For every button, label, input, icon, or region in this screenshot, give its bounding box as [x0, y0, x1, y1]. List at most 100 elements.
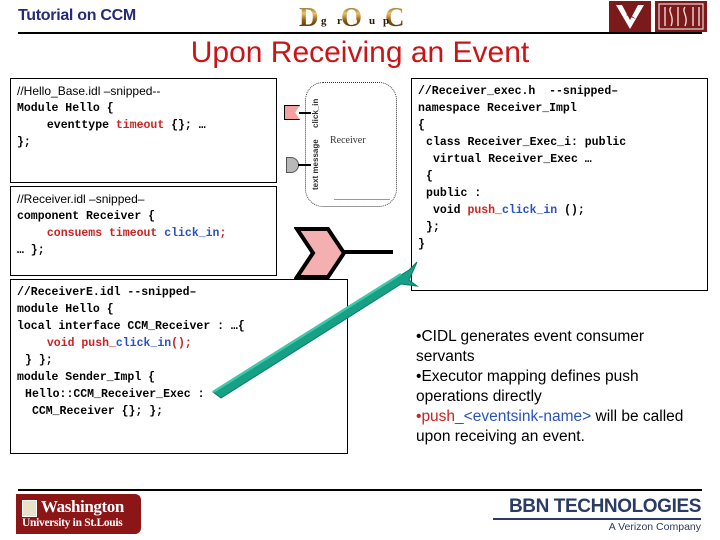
code-line: void push_click_in();: [17, 335, 341, 352]
svg-text:p: p: [383, 15, 389, 27]
page-title: Upon Receiving an Event: [190, 36, 530, 69]
code-token: … };: [17, 244, 45, 257]
code-token: void push_: [46, 337, 116, 350]
bullet-item: •push_<eventsink-name> will be called up…: [416, 407, 688, 447]
wustl-subtitle: University in St.Louis: [22, 517, 123, 529]
wustl-name: Washington: [41, 497, 124, 516]
code-token: eventtype: [46, 119, 116, 132]
code-line: module Hello {: [17, 301, 341, 318]
bullet-text: CIDL generates event consumer servants: [416, 328, 645, 365]
code-block-receiver-exec-h: //Receiver_exec.h --snipped– namespace R…: [411, 78, 708, 291]
code-token: consuems timeout: [46, 227, 165, 240]
port-label-text-message: text message: [311, 139, 320, 190]
code-token: push_: [467, 204, 502, 217]
svg-text:o: o: [352, 15, 358, 27]
svg-text:g: g: [321, 15, 327, 27]
bullet-item: •Executor mapping defines push operation…: [416, 367, 688, 407]
bullet-text: <eventsink-name>: [463, 408, 592, 425]
code-lines: namespace Receiver_Impl{class Receiver_E…: [418, 100, 701, 253]
code-token: component Receiver {: [17, 210, 156, 223]
bbn-subtitle: A Verizon Company: [608, 520, 701, 533]
code-lines: module Hello { local interface CCM_Receiv…: [17, 301, 341, 420]
code-token: virtual Receiver_Exec …: [432, 153, 592, 166]
bullet-text: Executor mapping defines push operations…: [416, 368, 639, 405]
code-line: Module Hello {: [17, 100, 270, 117]
code-line: }: [418, 236, 701, 253]
code-token: {: [418, 119, 425, 132]
code-line: module Sender_Impl {: [17, 369, 341, 386]
code-block-receiver-idl: //Receiver.idl –snipped– component Recei…: [10, 186, 277, 276]
component-base-line: [334, 199, 390, 200]
code-line: class Receiver_Exec_i: public: [418, 134, 701, 151]
event-sink-port-icon: [284, 105, 300, 120]
code-token: public :: [426, 187, 482, 200]
code-line: };: [418, 219, 701, 236]
code-line: local interface CCM_Receiver : …{: [17, 318, 341, 335]
port-label-click-in: click_in: [311, 98, 320, 128]
code-line: virtual Receiver_Exec …: [418, 151, 701, 168]
component-name-label: Receiver: [330, 135, 366, 146]
code-token: class Receiver_Exec_i: public: [426, 136, 627, 149]
code-line: consuems timeout click_in;: [17, 225, 270, 242]
code-comment: //Receiver_exec.h --snipped–: [418, 85, 619, 98]
code-token: } };: [25, 354, 53, 367]
bullet-item: •CIDL generates event consumer servants: [416, 327, 688, 367]
code-line: void push_click_in ();: [418, 202, 701, 219]
svg-text:r: r: [337, 15, 342, 27]
code-token: click_in: [501, 204, 558, 217]
slide-header: Tutorial on CCM D O C g r o u p: [0, 0, 720, 34]
code-token: {}; …: [164, 119, 206, 132]
bbn-technologies-logo: BBN TECHNOLOGIES A Verizon Company: [493, 496, 701, 534]
event-sink-port-stem: [299, 112, 311, 114]
washington-university-logo: Washington University in St.Louis: [16, 494, 141, 534]
code-line: {: [418, 117, 701, 134]
code-token: click_in: [115, 337, 172, 350]
svg-text:u: u: [369, 15, 375, 27]
code-token: ;: [219, 227, 227, 240]
code-token: Hello::CCM_Receiver_Exec :: [25, 388, 205, 401]
code-token: Module Hello {: [17, 102, 114, 115]
shield-icon: [22, 500, 37, 517]
code-block-receiverE-idl: //ReceiverE.idl --snipped– module Hello …: [10, 279, 348, 454]
event-sink-large-stem: [344, 250, 393, 254]
code-line: eventtype timeout {}; …: [17, 117, 270, 134]
code-token: };: [426, 221, 440, 234]
code-token: local interface CCM_Receiver : …{: [17, 320, 245, 333]
event-source-port-stem: [298, 164, 311, 166]
bullet-list: •CIDL generates event consumer servants •…: [416, 327, 688, 447]
code-line: CCM_Receiver {}; };: [17, 403, 341, 420]
code-token: {: [426, 170, 433, 183]
code-line: } };: [17, 352, 341, 369]
code-token: timeout: [115, 119, 165, 132]
code-token: }: [418, 238, 425, 251]
code-line: {: [418, 168, 701, 185]
vanderbilt-logo-icon: [609, 1, 651, 32]
code-token: module Sender_Impl {: [17, 371, 156, 384]
code-token: ();: [171, 337, 192, 350]
code-line: … };: [17, 242, 270, 259]
code-token: click_in: [164, 227, 220, 240]
bbn-name: BBN TECHNOLOGIES: [508, 496, 701, 517]
code-line: namespace Receiver_Impl: [418, 100, 701, 117]
svg-text:D: D: [299, 2, 319, 32]
header-title: Tutorial on CCM: [18, 7, 136, 24]
code-token: void: [432, 204, 468, 217]
header-divider: [18, 32, 702, 34]
code-comment: //Receiver.idl –snipped–: [17, 192, 145, 206]
isis-logo-icon: [655, 1, 707, 32]
code-line: };: [17, 134, 270, 151]
code-token: ();: [557, 204, 585, 217]
code-lines: component Receiver { consuems timeout cli…: [17, 208, 270, 259]
code-token: module Hello {: [17, 303, 114, 316]
code-line: public :: [418, 185, 701, 202]
code-block-hello-base-idl: //Hello_Base.idl –snipped-- Module Hello…: [10, 78, 277, 183]
event-sink-large-icon: [294, 227, 347, 279]
bbn-divider: [493, 518, 701, 520]
code-line: Hello::CCM_Receiver_Exec :: [17, 386, 341, 403]
bullet-text: push_: [421, 408, 464, 425]
code-token: namespace Receiver_Impl: [418, 102, 577, 115]
code-token: };: [17, 136, 31, 149]
code-token: CCM_Receiver {}; };: [31, 405, 164, 418]
code-comment: //Hello_Base.idl –snipped--: [17, 84, 161, 98]
code-lines: Module Hello { eventtype timeout {}; …};: [17, 100, 270, 151]
